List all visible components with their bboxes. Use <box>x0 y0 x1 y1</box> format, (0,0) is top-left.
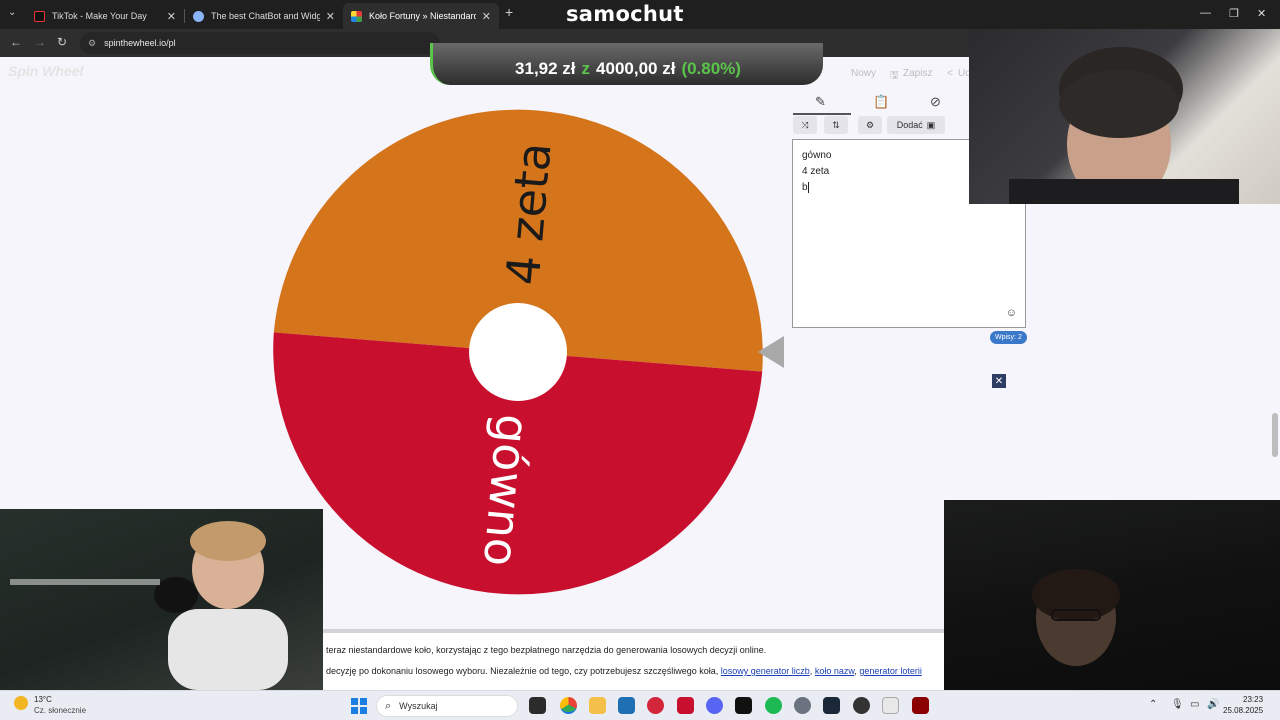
tab-list-chevron-icon[interactable]: ⌄ <box>8 7 16 18</box>
site-logo[interactable]: Spin Wheel <box>8 63 83 79</box>
obs-icon[interactable] <box>853 697 870 714</box>
edit-pencil-icon[interactable]: ✎ <box>815 94 826 110</box>
wheel-icon <box>351 10 362 22</box>
shuffle-button[interactable]: ⤨ <box>793 116 817 134</box>
microphone-icon[interactable]: 🎙 <box>1171 699 1184 710</box>
chatbot-icon <box>193 10 204 22</box>
webcam-overlay-bottom-right <box>944 500 1280 690</box>
reload-icon[interactable]: ↻ <box>57 35 67 49</box>
sort-button[interactable]: ⇅ <box>824 116 848 134</box>
settings-button[interactable]: ⚙ <box>858 116 882 134</box>
volume-icon[interactable]: 🔊 <box>1207 699 1219 710</box>
terminal-icon[interactable] <box>529 697 546 714</box>
site-info-icon[interactable]: ⚙ <box>88 38 96 49</box>
text-caret <box>807 181 809 193</box>
maximize-icon[interactable]: ❐ <box>1229 7 1239 20</box>
description-line-1: teraz niestandardowe koło, korzystając z… <box>326 645 767 655</box>
tab-chatbot[interactable]: The best ChatBot and Widgets ✕ <box>185 3 343 29</box>
add-label: Dodać <box>896 120 923 130</box>
streamer-image <box>1032 569 1120 666</box>
donation-current: 31,92 zł <box>515 59 576 78</box>
save-icon[interactable]: 🖫 <box>890 68 899 85</box>
clock-time: 23:23 <box>1243 695 1264 704</box>
link-random-number-generator[interactable]: losowy generator liczb <box>721 666 810 676</box>
tab-label: TikTok - Make Your Day <box>52 11 147 21</box>
close-tab-icon[interactable]: ✕ <box>167 10 176 23</box>
clock-date: 25.08.2025 <box>1223 706 1264 715</box>
close-tab-icon[interactable]: ✕ <box>482 10 491 23</box>
system-clock[interactable]: 23:23 25.08.2025 <box>1223 694 1263 716</box>
donation-percent: (0.80%) <box>681 59 741 78</box>
webcam-overlay-top-right <box>969 29 1280 204</box>
link-name-wheel[interactable]: koło nazw <box>815 666 855 676</box>
tiktok-icon <box>34 10 45 22</box>
entry-count-badge: Wpisy: 2 <box>990 331 1027 344</box>
clipboard-icon[interactable]: 📋 <box>873 94 889 110</box>
search-placeholder: Wyszukaj <box>399 701 438 711</box>
wheel-center-hub <box>469 303 567 401</box>
tab-label: The best ChatBot and Widgets <box>211 11 320 21</box>
chrome-icon[interactable] <box>560 697 577 714</box>
hide-eye-icon[interactable]: ⊘ <box>930 94 941 110</box>
recording-app-icon[interactable] <box>647 697 664 714</box>
emoji-icon[interactable]: ☺ <box>1006 307 1017 319</box>
save-button[interactable]: Zapisz <box>903 68 932 79</box>
image-icon: ▣ <box>926 119 936 130</box>
spin-wheel[interactable]: 4 zeta gówno <box>272 106 764 598</box>
webcam-overlay-bottom-left <box>0 509 323 690</box>
sun-icon <box>14 696 28 710</box>
store-icon[interactable] <box>618 697 635 714</box>
donation-separator: z <box>581 59 591 78</box>
active-tab-indicator <box>793 113 851 115</box>
back-icon[interactable]: ← <box>10 35 22 49</box>
url-text: spinthewheel.io/pl <box>104 38 176 48</box>
windows-taskbar: 13°C Cz. słonecznie ⌕ Wyszukaj ⌃ 🎙 ▭ 🔊 2… <box>0 690 1280 720</box>
close-window-icon[interactable]: ✕ <box>1257 7 1266 20</box>
forward-icon[interactable]: → <box>34 35 46 49</box>
new-button[interactable]: Nowy <box>851 68 876 79</box>
page-scrollbar[interactable] <box>1272 413 1278 457</box>
description-text: decyzję po dokonaniu losowego wyboru. Ni… <box>326 666 719 676</box>
description-line-2: decyzję po dokonaniu losowego wyboru. Ni… <box>326 666 922 676</box>
settings-app-icon[interactable] <box>794 697 811 714</box>
steam-icon[interactable] <box>823 697 840 714</box>
spotify-icon[interactable] <box>765 697 782 714</box>
search-icon: ⌕ <box>385 699 392 712</box>
discord-icon[interactable] <box>706 697 723 714</box>
link-lottery-generator[interactable]: generator loterii <box>859 666 922 676</box>
gear-icon: ⚙ <box>865 119 875 130</box>
weather-desc: Cz. słonecznie <box>34 706 87 715</box>
browser-tab-bar: ⌄ TikTok - Make Your Day ✕ The best Chat… <box>0 0 1280 29</box>
capcut-icon[interactable] <box>735 697 752 714</box>
shield-app-icon[interactable] <box>912 697 929 714</box>
share-icon[interactable]: < <box>947 68 953 79</box>
sort-icon: ⇅ <box>832 119 840 130</box>
streamer-image <box>1009 47 1239 204</box>
tab-wheel[interactable]: Koło Fortuny » Niestandardowy ✕ <box>343 3 499 29</box>
stream-overlay-title: samochut <box>566 2 684 26</box>
streamer-image <box>10 521 288 690</box>
donation-goal-bar: 31,92 zł z 4000,00 zł (0.80%) <box>430 43 823 85</box>
new-tab-icon[interactable]: + <box>505 4 513 20</box>
windows-start-icon[interactable] <box>351 698 367 714</box>
weather-temp: 13°C <box>34 695 52 704</box>
file-explorer-icon[interactable] <box>589 697 606 714</box>
media-app-icon[interactable] <box>677 697 694 714</box>
minimize-icon[interactable]: — <box>1200 7 1211 19</box>
shuffle-icon: ⤨ <box>801 119 809 130</box>
tray-overflow-icon[interactable]: ⌃ <box>1149 699 1157 710</box>
taskbar-search[interactable]: ⌕ Wyszukaj <box>376 695 518 717</box>
tab-label: Koło Fortuny » Niestandardowy <box>369 11 476 21</box>
wheel-pointer-icon <box>758 336 784 368</box>
add-image-button[interactable]: Dodać ▣ <box>887 116 945 134</box>
tab-tiktok[interactable]: TikTok - Make Your Day ✕ <box>26 3 184 29</box>
donation-goal: 4000,00 zł <box>596 59 676 78</box>
close-icon[interactable]: ✕ <box>992 374 1006 388</box>
url-field[interactable]: ⚙ spinthewheel.io/pl <box>80 32 440 54</box>
app-icon[interactable] <box>882 697 899 714</box>
network-icon[interactable]: ▭ <box>1190 699 1199 710</box>
close-tab-icon[interactable]: ✕ <box>326 10 335 23</box>
